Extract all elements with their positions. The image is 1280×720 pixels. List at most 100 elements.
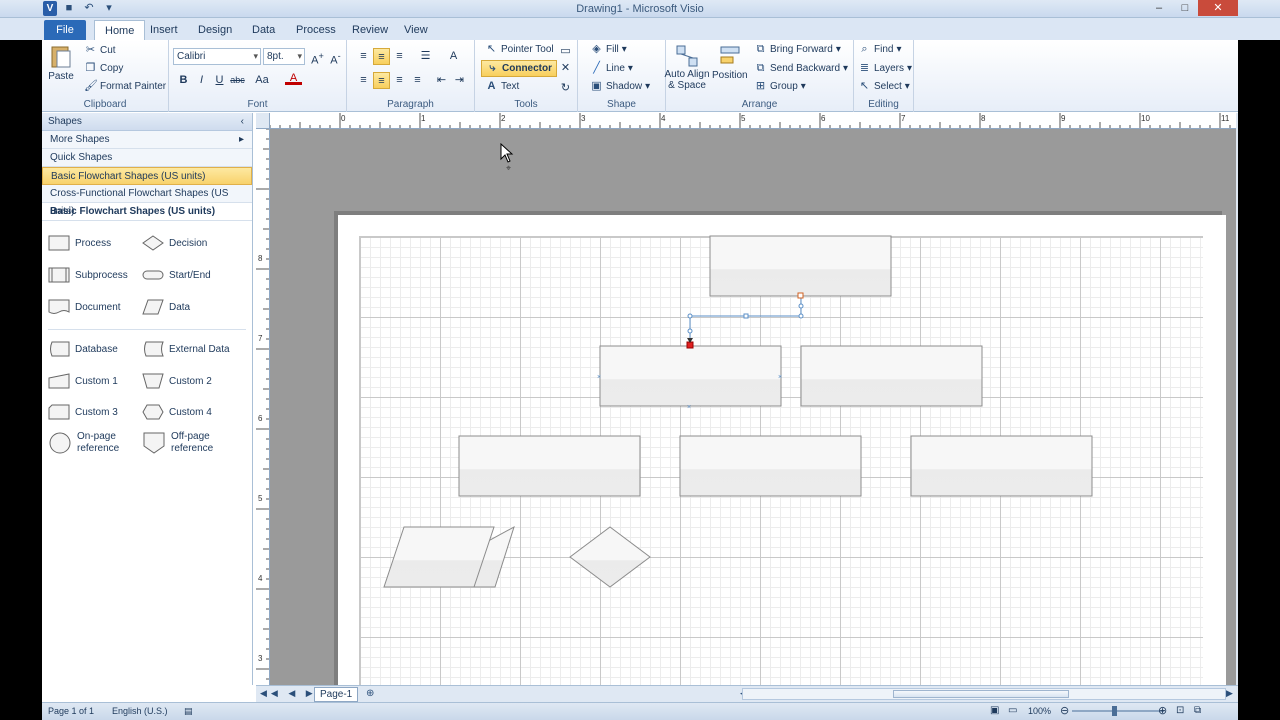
auto-align-space-button[interactable]: Auto Align & Space <box>664 43 710 91</box>
full-screen-icon[interactable]: ▣ <box>990 705 999 716</box>
align-right-icon[interactable]: ≡ <box>391 72 408 89</box>
tab-insert[interactable]: Insert <box>140 20 188 40</box>
process-shape-bottom-center[interactable] <box>679 435 862 497</box>
rotate-icon[interactable]: ↻ <box>557 80 574 97</box>
tab-design[interactable]: Design <box>188 20 242 40</box>
connector-midpoint[interactable] <box>743 313 749 319</box>
process-shape-mid-left[interactable] <box>599 345 782 407</box>
shape-item-custom-1[interactable]: Custom 1 <box>48 373 118 389</box>
font-family-select[interactable]: Calibri <box>173 48 261 65</box>
align-top-icon[interactable]: ≡ <box>355 48 372 65</box>
text-tool-button[interactable]: A Text <box>485 80 520 93</box>
group-button[interactable]: ⊞ Group ▾ <box>754 80 806 93</box>
shapes-pane-header[interactable]: Shapes ‹ <box>42 113 252 131</box>
macro-icon[interactable]: ▤ <box>184 706 193 717</box>
cut-button[interactable]: ✂ Cut <box>84 44 116 57</box>
zoom-slider-thumb[interactable] <box>1112 706 1117 716</box>
connector-begin-handle[interactable] <box>797 292 804 299</box>
tab-review[interactable]: Review <box>342 20 398 40</box>
shape-item-off-page-reference[interactable]: Off-page reference <box>142 431 213 455</box>
align-center-icon[interactable]: ≡ <box>373 72 390 89</box>
align-bottom-icon[interactable]: ≡ <box>391 48 408 65</box>
font-color-button[interactable]: A <box>285 70 302 85</box>
zoom-slider[interactable] <box>1072 710 1164 712</box>
rectangle-tool-icon[interactable]: ▭ <box>557 43 574 60</box>
align-left-icon[interactable]: ≡ <box>355 72 372 89</box>
maximize-button[interactable]: □ <box>1172 0 1198 16</box>
horizontal-scrollbar[interactable] <box>742 688 1226 700</box>
increase-indent-icon[interactable]: ⇥ <box>451 72 468 89</box>
format-painter-button[interactable]: 🖌 Format Painter <box>84 80 166 93</box>
text-direction-icon[interactable]: A <box>445 48 462 65</box>
zoom-in-icon[interactable]: ⊕ <box>1158 704 1167 717</box>
tab-home[interactable]: Home <box>94 20 146 40</box>
scroll-right-icon[interactable]: ▶ <box>1226 688 1233 699</box>
select-button[interactable]: ↖ Select ▾ <box>858 80 910 93</box>
pointer-tool-button[interactable]: ↖ Pointer Tool <box>485 43 554 56</box>
bold-button[interactable]: B <box>175 72 192 89</box>
more-shapes-row[interactable]: More Shapes ▸ <box>42 131 252 149</box>
cross-functional-stencil-row[interactable]: Cross-Functional Flowchart Shapes (US un… <box>42 185 252 217</box>
drawing-page[interactable]: × × × <box>338 215 1226 685</box>
process-shape-top[interactable] <box>709 235 892 297</box>
find-button[interactable]: ⌕ Find ▾ <box>858 43 901 56</box>
shape-item-subprocess[interactable]: Subprocess <box>48 267 128 283</box>
horizontal-ruler[interactable]: 0 1 2 3 4 5 6 7 8 9 10 11 <box>270 113 1236 129</box>
presentation-icon[interactable]: ▭ <box>1008 705 1017 716</box>
process-shape-mid-right[interactable] <box>800 345 983 407</box>
decrease-indent-icon[interactable]: ⇤ <box>433 72 450 89</box>
data-shape-outline[interactable] <box>383 526 495 588</box>
grow-font-icon[interactable]: A+ <box>309 48 326 67</box>
tab-data[interactable]: Data <box>242 20 285 40</box>
shrink-font-icon[interactable]: A- <box>327 48 344 67</box>
send-backward-button[interactable]: ⧉ Send Backward ▾ <box>754 62 849 75</box>
shadow-button[interactable]: ▣ Shadow ▾ <box>590 80 650 93</box>
page-count-status[interactable]: Page 1 of 1 <box>48 706 94 716</box>
decision-shape[interactable] <box>569 526 651 588</box>
position-button[interactable]: Position <box>712 43 748 81</box>
shape-item-custom-2[interactable]: Custom 2 <box>142 373 212 389</box>
shape-item-start-end[interactable]: Start/End <box>142 267 211 283</box>
shape-item-external-data[interactable]: External Data <box>142 341 230 357</box>
language-status[interactable]: English (U.S.) <box>112 706 168 716</box>
connector-tool-button[interactable]: ⤷ Connector <box>481 60 557 77</box>
tab-process[interactable]: Process <box>286 20 346 40</box>
process-shape-bottom-left[interactable] <box>458 435 641 497</box>
shape-item-data[interactable]: Data <box>142 299 190 315</box>
collapse-pane-icon[interactable]: ‹ <box>241 113 244 131</box>
quick-shapes-row[interactable]: Quick Shapes <box>42 149 252 167</box>
connector-midpoint[interactable] <box>687 328 693 334</box>
change-case-button[interactable]: Aa <box>251 72 273 89</box>
tab-view[interactable]: View <box>394 20 438 40</box>
shape-item-process[interactable]: Process <box>48 235 111 251</box>
shape-item-decision[interactable]: Decision <box>142 235 207 251</box>
vertical-scrollbar[interactable] <box>1236 113 1238 685</box>
close-button[interactable]: ✕ <box>1198 0 1238 16</box>
zoom-level[interactable]: 100% <box>1028 706 1051 716</box>
vertical-ruler[interactable]: 8 7 6 5 4 3 <box>256 129 270 685</box>
connector-vertex[interactable] <box>687 313 693 319</box>
font-size-select[interactable]: 8pt. <box>263 48 305 65</box>
bullets-icon[interactable]: ☰ <box>417 48 434 65</box>
connection-point-icon[interactable]: ✕ <box>557 60 574 77</box>
insert-page-icon[interactable]: ⊕ <box>366 688 374 699</box>
fit-page-icon[interactable]: ⊡ <box>1176 705 1184 716</box>
underline-button[interactable]: U <box>211 72 228 89</box>
italic-button[interactable]: I <box>193 72 210 89</box>
minimize-button[interactable]: – <box>1146 0 1172 16</box>
process-shape-bottom-right[interactable] <box>910 435 1093 497</box>
zoom-out-icon[interactable]: ⊖ <box>1060 704 1069 717</box>
connector-midpoint[interactable] <box>798 303 804 309</box>
paste-button[interactable]: Paste <box>48 44 74 82</box>
justify-icon[interactable]: ≡ <box>409 72 426 89</box>
switch-windows-icon[interactable]: ⧉ <box>1194 705 1201 716</box>
copy-button[interactable]: ❐ Copy <box>84 62 124 75</box>
tab-file[interactable]: File <box>44 20 86 40</box>
basic-flowchart-stencil-row[interactable]: Basic Flowchart Shapes (US units) <box>42 167 252 185</box>
bring-forward-button[interactable]: ⧉ Bring Forward ▾ <box>754 43 841 56</box>
strikethrough-button[interactable]: abc <box>229 72 246 89</box>
shape-item-document[interactable]: Document <box>48 299 121 315</box>
drawing-canvas[interactable]: ⌖ × × × <box>270 129 1236 685</box>
align-middle-icon[interactable]: ≡ <box>373 48 390 65</box>
line-button[interactable]: ╱ Line ▾ <box>590 62 633 75</box>
